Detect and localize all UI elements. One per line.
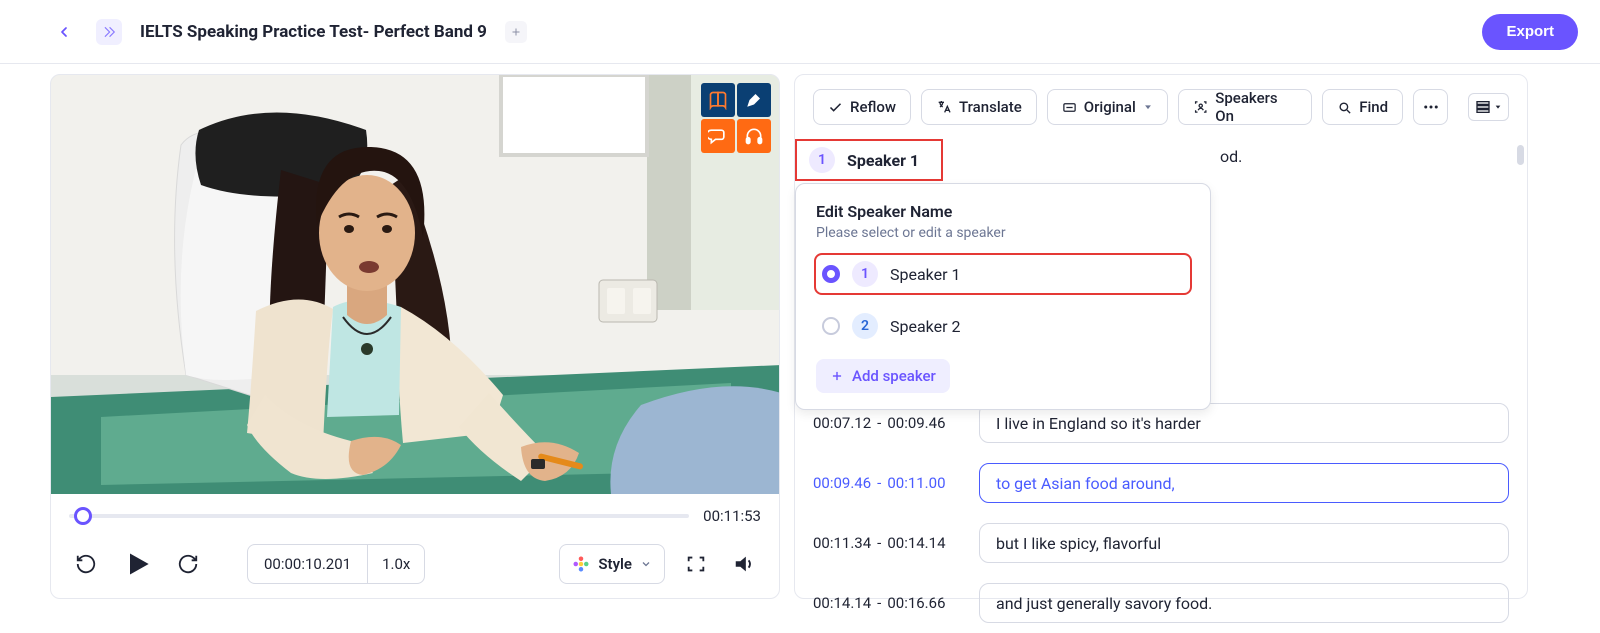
speaker-option-2[interactable]: 2 Speaker 2 [816,307,1190,345]
line-times: 00:14.14-00:16.66 [813,594,961,612]
add-speaker-button[interactable]: Add speaker [816,359,950,393]
chat-icon [701,119,735,153]
timecode: 00:00:10.201 [248,545,367,583]
translate-label: Translate [959,98,1022,116]
reflow-button[interactable]: Reflow [813,89,911,125]
line-times: 00:07.12-00:09.46 [813,414,961,432]
line-text[interactable]: but I like spicy, flavorful [979,523,1509,563]
transcript-line[interactable]: 00:11.34-00:14.14 but I like spicy, flav… [813,513,1509,573]
original-button[interactable]: Original [1047,89,1168,125]
volume-button[interactable] [727,547,761,581]
translate-icon [936,99,952,115]
timeline-handle[interactable] [74,507,92,525]
transcript-panel: Reflow Translate Original Speakers On Fi… [794,74,1528,599]
timecode-box[interactable]: 00:00:10.201 1.0x [247,544,425,584]
play-button[interactable] [117,544,157,584]
back-button[interactable] [50,18,78,46]
line-times: 00:09.46-00:11.00 [813,474,961,492]
video-still [51,75,780,494]
chevron-left-icon [56,24,72,40]
pen-icon [737,83,771,117]
speaker-option-badge: 2 [852,313,878,339]
video-overlay-badges [701,83,771,153]
add-tab-button[interactable] [505,21,527,43]
plus-icon [830,369,844,383]
speaker-option-badge: 1 [852,261,878,287]
reflow-label: Reflow [850,98,896,116]
person-focus-icon [1193,99,1208,115]
find-button[interactable]: Find [1322,89,1403,125]
video-frame[interactable] [51,75,779,494]
timeline-track[interactable] [69,514,689,518]
list-icon [1475,99,1491,115]
video-panel: 00:11:53 00:00:10.201 1.0x Style [50,74,780,599]
original-label: Original [1084,98,1136,116]
book-icon [701,83,735,117]
find-label: Find [1359,98,1388,116]
speaker-number-badge: 1 [809,147,835,173]
forward-button[interactable] [171,547,205,581]
caret-down-icon [1494,103,1502,111]
speakers-label: Speakers On [1215,89,1297,125]
line-times: 00:11.34-00:14.14 [813,534,961,552]
video-duration: 00:11:53 [703,507,761,525]
speaker-option-label: Speaker 2 [890,317,961,336]
forward-icon [177,553,199,575]
add-speaker-label: Add speaker [852,367,936,385]
more-button[interactable] [1413,89,1448,125]
headphones-icon [737,119,771,153]
rewind-button[interactable] [69,547,103,581]
speaker-option-1[interactable]: 1 Speaker 1 [816,255,1190,293]
dropdown-title: Edit Speaker Name [816,202,1190,221]
rewind-icon [75,553,97,575]
caret-down-icon [1143,102,1153,112]
playback-rate[interactable]: 1.0x [367,545,424,583]
page-title: IELTS Speaking Practice Test- Perfect Ba… [140,22,487,42]
dropdown-subtitle: Please select or edit a speaker [816,225,1190,241]
line-text[interactable]: to get Asian food around, [979,463,1509,503]
volume-icon [733,553,755,575]
plus-icon [510,26,522,38]
speakers-button[interactable]: Speakers On [1178,89,1312,125]
layout-list-button[interactable] [1468,93,1509,121]
check-icon [828,100,843,115]
chevron-down-icon [640,558,652,570]
document-icon [96,19,122,45]
style-button[interactable]: Style [559,544,665,584]
line-text[interactable]: and just generally savory food. [979,583,1509,623]
style-label: Style [598,555,632,573]
transcript-line[interactable]: 00:09.46-00:11.00 to get Asian food arou… [813,453,1509,513]
export-button[interactable]: Export [1482,14,1578,50]
fullscreen-icon [685,553,707,575]
flower-icon [572,555,590,573]
translate-button[interactable]: Translate [921,89,1037,125]
transcript-lines: 00:07.12-00:09.46 I live in England so i… [795,393,1527,633]
fullscreen-button[interactable] [679,547,713,581]
speaker-name: Speaker 1 [847,151,919,170]
speaker-option-label: Speaker 1 [890,265,961,284]
search-icon [1337,100,1352,115]
peek-text-1: od. [1220,147,1242,166]
speaker-header[interactable]: 1 Speaker 1 [795,139,943,181]
video-timeline[interactable]: 00:11:53 [51,494,779,538]
more-icon [1422,98,1440,116]
transcript-line[interactable]: 00:14.14-00:16.66 and just generally sav… [813,573,1509,633]
radio-selected-icon [822,265,840,283]
text-box-icon [1062,100,1077,115]
radio-unselected-icon [822,317,840,335]
edit-speaker-dropdown: Edit Speaker Name Please select or edit … [795,183,1211,410]
play-icon [123,550,151,578]
